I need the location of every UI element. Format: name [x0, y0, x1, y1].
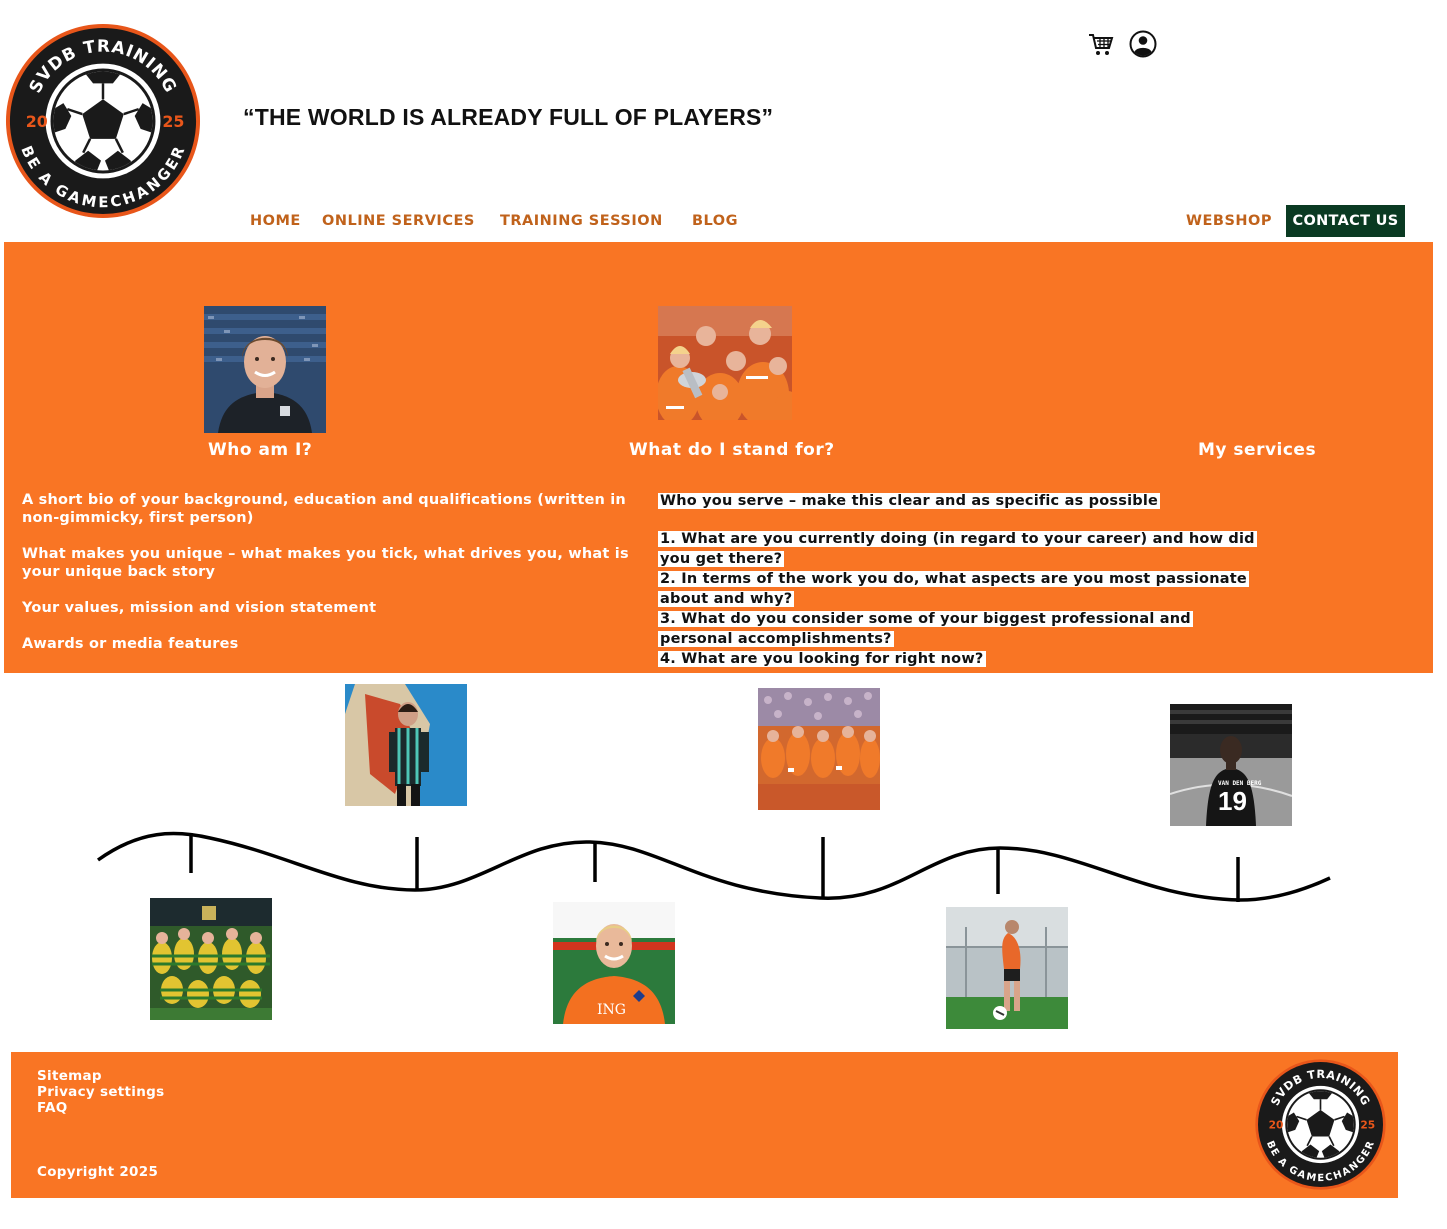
question-item: 3. What do you consider some of your big…	[658, 611, 1193, 647]
footer: Sitemap Privacy settings FAQ Copyright 2…	[11, 1052, 1398, 1198]
footer-link-sitemap[interactable]: Sitemap	[37, 1068, 102, 1084]
question-item: 1. What are you currently doing (in rega…	[658, 531, 1257, 567]
copyright: Copyright 2025	[37, 1164, 159, 1180]
cart-icon[interactable]	[1087, 30, 1115, 58]
question-item: 2. In terms of the work you do, what asp…	[658, 571, 1249, 607]
jersey-number: 19	[1218, 786, 1247, 816]
serve-block: Who you serve – make this clear and as s…	[658, 490, 1262, 668]
timeline-photo-3	[758, 688, 880, 810]
nav-blog[interactable]: BLOG	[692, 213, 738, 229]
timeline-photo-1	[345, 684, 467, 806]
footer-logo-year-left: 20	[1269, 1118, 1284, 1131]
logo[interactable]: SVDB TRAINING BE A GAMECHANGER 20 25	[4, 22, 202, 220]
bio-item: What makes you unique – what makes you t…	[22, 546, 629, 580]
account-icon[interactable]	[1129, 30, 1157, 58]
footer-logo-year-right: 25	[1360, 1118, 1375, 1131]
what-do-i-stand-for-title: What do I stand for?	[629, 440, 835, 460]
logo-year-left: 20	[26, 112, 48, 131]
timeline-photo-4	[946, 907, 1068, 1029]
bio-item: A short bio of your background, educatio…	[22, 492, 626, 526]
team-celebration-image	[658, 306, 792, 420]
serve-heading: Who you serve – make this clear and as s…	[658, 493, 1161, 509]
shirt-sponsor: ING	[597, 1002, 626, 1018]
nav-online-services[interactable]: ONLINE SERVICES	[322, 213, 475, 229]
nav-training-session[interactable]: TRAINING SESSION	[500, 213, 663, 229]
timeline-photo-0	[150, 898, 272, 1020]
nav-webshop[interactable]: WEBSHOP	[1186, 213, 1272, 229]
my-services-title: My services	[1198, 440, 1317, 460]
footer-logo[interactable]: SVDB TRAINING BE A GAMECHANGER 20 25	[1254, 1058, 1387, 1191]
logo-year-right: 25	[162, 112, 184, 131]
footer-link-privacy[interactable]: Privacy settings	[37, 1084, 164, 1100]
tagline: “THE WORLD IS ALREADY FULL OF PLAYERS”	[243, 104, 774, 130]
bio-list: A short bio of your background, educatio…	[22, 491, 632, 671]
bio-item: Your values, mission and vision statemen…	[22, 600, 377, 616]
coach-portrait-image	[204, 306, 326, 433]
about-section: Who am I? What do I stand for? My servic…	[4, 242, 1433, 673]
nav-home[interactable]: HOME	[250, 213, 301, 229]
bio-item: Awards or media features	[22, 636, 239, 652]
footer-link-faq[interactable]: FAQ	[37, 1100, 68, 1116]
contact-us-button[interactable]: CONTACT US	[1286, 205, 1405, 237]
timeline-photo-5: VAN DEN BERG 19	[1170, 704, 1292, 826]
question-item: 4. What are you looking for right now?	[658, 651, 986, 667]
career-timeline: VAN DEN BERG 19 ING	[0, 680, 1447, 1040]
who-am-i-title: Who am I?	[208, 440, 313, 460]
timeline-photo-2: ING	[553, 902, 675, 1024]
